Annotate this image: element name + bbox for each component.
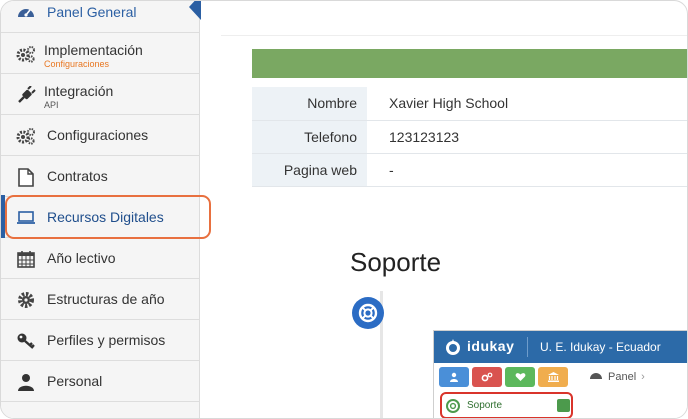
breadcrumb-label: Panel xyxy=(608,370,637,383)
bank-icon xyxy=(538,367,568,387)
table-row: Nombre Xavier High School xyxy=(252,87,687,121)
divider xyxy=(221,35,687,36)
main-content: Nombre Xavier High School Telefono 12312… xyxy=(201,1,687,418)
gear-icon xyxy=(16,290,36,310)
section-header-bar xyxy=(252,49,687,78)
key-icon xyxy=(16,331,36,351)
heart-icon xyxy=(505,367,535,387)
gears-icon xyxy=(16,44,36,64)
sidebar-item-implementacion[interactable]: Implementación Configuraciones xyxy=(1,33,200,74)
idukay-logo-icon xyxy=(444,338,462,356)
embed-row-label: Soporte xyxy=(467,400,503,411)
user-icon xyxy=(16,372,36,392)
sidebar-item-label: Contratos xyxy=(47,168,108,184)
sidebar-item-estructuras-de-ano[interactable]: Estructuras de año xyxy=(1,279,200,320)
sidebar-item-contratos[interactable]: Contratos xyxy=(1,156,200,197)
sidebar-item-label: Perfiles y permisos xyxy=(47,332,166,348)
row-key: Telefono xyxy=(252,120,367,154)
sidebar-item-next[interactable] xyxy=(1,402,200,418)
chevron-right-icon: › xyxy=(641,370,645,383)
app-window: Panel General Implementación Configuraci… xyxy=(0,0,688,419)
row-value: 123123123 xyxy=(367,120,687,154)
sidebar-item-perfiles-y-permisos[interactable]: Perfiles y permisos xyxy=(1,320,200,361)
row-key: Nombre xyxy=(252,87,367,121)
sidebar-item-label: Integración xyxy=(44,83,114,99)
dashboard-gauge-icon xyxy=(16,2,36,22)
row-value: - xyxy=(367,153,687,187)
embedded-screenshot: idukay U. E. Idukay - Ecuador Panel › So… xyxy=(433,330,687,418)
gears-icon xyxy=(16,126,36,146)
row-value: Xavier High School xyxy=(367,87,687,121)
row-key: Pagina web xyxy=(252,153,367,187)
divider xyxy=(527,337,528,357)
sidebar-item-label: Personal xyxy=(47,373,103,389)
plug-icon xyxy=(16,85,36,105)
table-row: Pagina web - xyxy=(252,153,687,187)
calendar-icon xyxy=(16,249,36,269)
sidebar-item-ano-lectivo[interactable]: Año lectivo xyxy=(1,238,200,279)
sidebar-item-panel-general[interactable]: Panel General xyxy=(1,1,200,33)
external-link-icon xyxy=(557,399,570,412)
active-panel-arrow-icon xyxy=(189,1,201,20)
sidebar-item-sublabel: API xyxy=(44,100,59,110)
embed-header: idukay U. E. Idukay - Ecuador xyxy=(434,331,687,363)
sidebar-item-label: Panel General xyxy=(47,4,137,20)
table-row: Telefono 123123123 xyxy=(252,120,687,154)
lifebuoy-icon xyxy=(446,399,460,413)
user-icon xyxy=(439,367,469,387)
section-title: Soporte xyxy=(350,247,442,277)
embed-breadcrumb: Panel › xyxy=(589,370,645,383)
school-info-table: Nombre Xavier High School Telefono 12312… xyxy=(252,87,687,187)
embed-brand: idukay xyxy=(467,338,515,354)
sidebar-item-configuraciones[interactable]: Configuraciones xyxy=(1,115,200,156)
sidebar-item-label: Implementación xyxy=(44,42,143,58)
sidebar-item-personal[interactable]: Personal xyxy=(1,361,200,402)
sidebar-item-sublabel: Configuraciones xyxy=(44,59,110,69)
document-icon xyxy=(16,167,36,187)
sidebar-item-integracion[interactable]: Integración API xyxy=(1,74,200,115)
dashboard-gauge-icon xyxy=(589,370,603,383)
lifebuoy-icon xyxy=(352,297,384,329)
sidebar-item-label: Estructuras de año xyxy=(47,291,165,307)
embed-school-name: U. E. Idukay - Ecuador xyxy=(540,340,661,354)
sidebar-item-label: Configuraciones xyxy=(47,127,149,143)
embed-toolbar xyxy=(439,367,568,387)
highlight-box xyxy=(5,195,211,239)
gears-icon xyxy=(472,367,502,387)
sidebar-item-label: Año lectivo xyxy=(47,250,116,266)
embed-support-row: Soporte xyxy=(440,392,573,418)
